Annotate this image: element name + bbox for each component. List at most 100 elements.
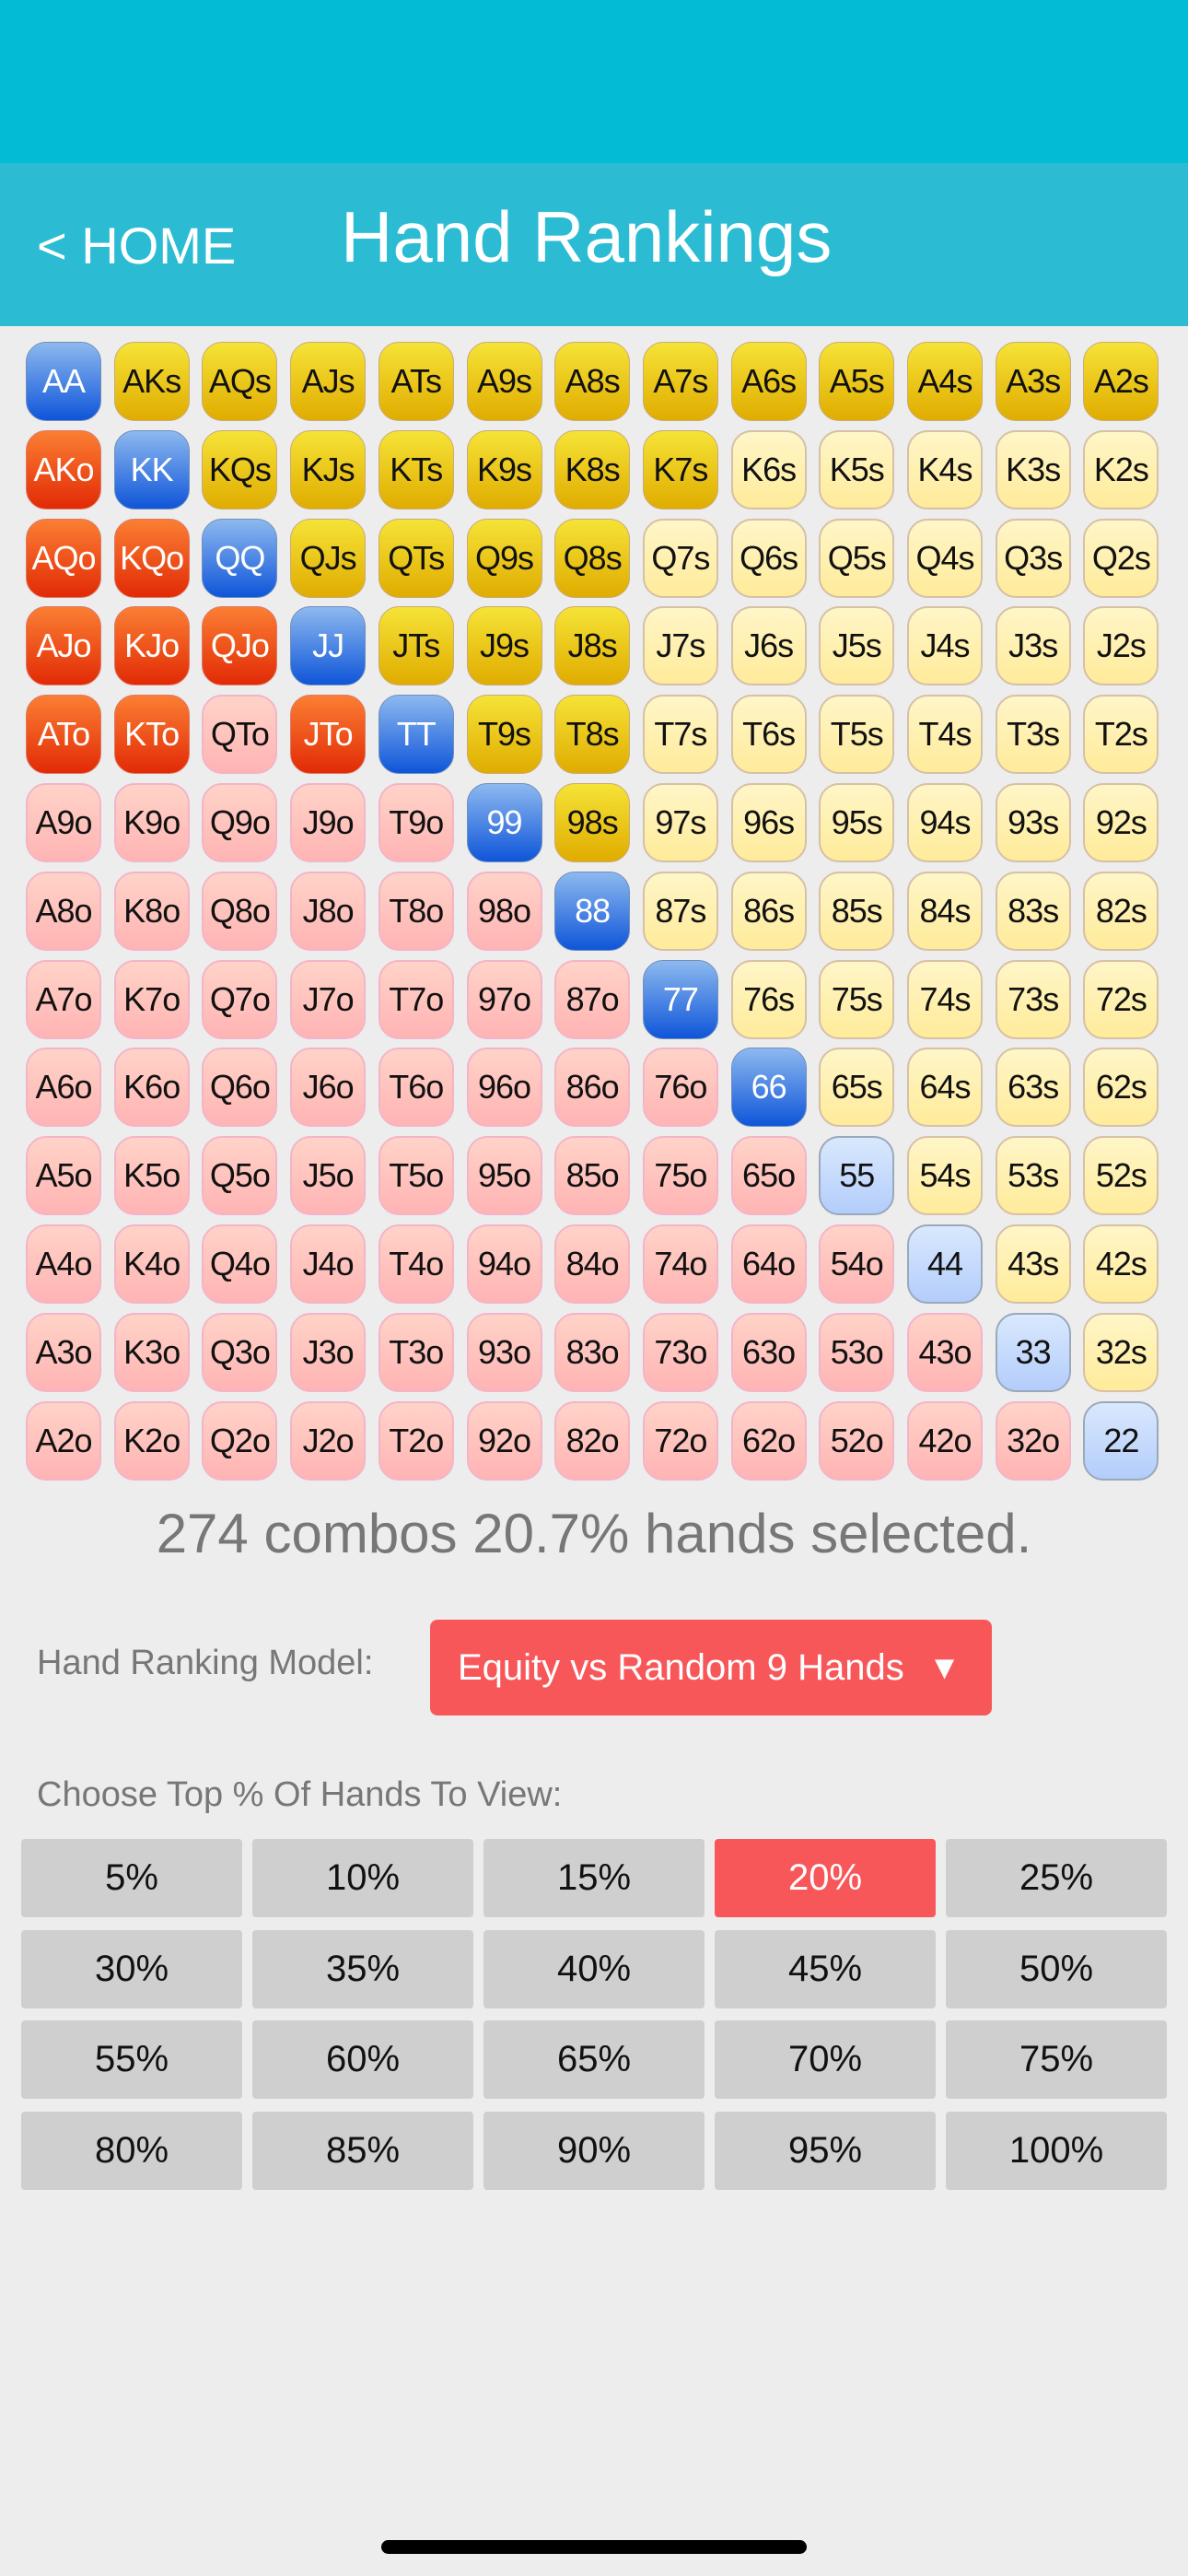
hand-cell-55[interactable]: 55 <box>819 1136 895 1216</box>
hand-cell-86s[interactable]: 86s <box>730 871 807 951</box>
hand-cell-86o[interactable]: 86o <box>554 1048 631 1128</box>
hand-cell-T2s[interactable]: T2s <box>1083 695 1159 775</box>
hand-cell-K8s[interactable]: K8s <box>554 429 631 509</box>
percent-button-25[interactable]: 25% <box>946 1839 1167 1917</box>
hand-cell-J7o[interactable]: J7o <box>290 959 367 1039</box>
hand-cell-32o[interactable]: 32o <box>995 1400 1071 1481</box>
hand-cell-Q5o[interactable]: Q5o <box>202 1136 278 1216</box>
hand-cell-A2o[interactable]: A2o <box>26 1400 101 1481</box>
hand-cell-75s[interactable]: 75s <box>819 959 895 1039</box>
hand-cell-A6s[interactable]: A6s <box>730 342 807 421</box>
percent-button-20[interactable]: 20% <box>715 1839 936 1917</box>
hand-cell-82o[interactable]: 82o <box>554 1400 631 1481</box>
hand-cell-72s[interactable]: 72s <box>1083 959 1159 1039</box>
hand-cell-A5s[interactable]: A5s <box>819 342 895 421</box>
hand-cell-T9o[interactable]: T9o <box>378 783 454 862</box>
hand-cell-JJ[interactable]: JJ <box>290 606 367 686</box>
hand-cell-T2o[interactable]: T2o <box>378 1400 454 1481</box>
percent-button-40[interactable]: 40% <box>483 1929 705 2008</box>
hand-cell-62o[interactable]: 62o <box>730 1400 807 1481</box>
hand-cell-44[interactable]: 44 <box>907 1224 983 1304</box>
hand-cell-AQs[interactable]: AQs <box>202 342 278 421</box>
hand-cell-97o[interactable]: 97o <box>466 959 542 1039</box>
hand-cell-A3o[interactable]: A3o <box>26 1312 101 1392</box>
percent-button-5[interactable]: 5% <box>21 1839 242 1917</box>
hand-cell-Q8o[interactable]: Q8o <box>202 871 278 951</box>
hand-cell-T8s[interactable]: T8s <box>554 695 631 775</box>
hand-cell-K7o[interactable]: K7o <box>113 959 190 1039</box>
percent-button-75[interactable]: 75% <box>946 2020 1167 2099</box>
hand-cell-ATs[interactable]: ATs <box>378 342 454 421</box>
hand-cell-K4s[interactable]: K4s <box>907 429 983 509</box>
hand-cell-Q7s[interactable]: Q7s <box>642 518 718 598</box>
hand-cell-72o[interactable]: 72o <box>642 1400 718 1481</box>
hand-cell-A8o[interactable]: A8o <box>26 871 101 951</box>
hand-cell-92o[interactable]: 92o <box>466 1400 542 1481</box>
hand-cell-J2s[interactable]: J2s <box>1083 606 1159 686</box>
hand-cell-52o[interactable]: 52o <box>819 1400 895 1481</box>
hand-cell-82s[interactable]: 82s <box>1083 871 1159 951</box>
hand-cell-J6s[interactable]: J6s <box>730 606 807 686</box>
hand-cell-A4o[interactable]: A4o <box>26 1224 101 1304</box>
hand-cell-J8s[interactable]: J8s <box>554 606 631 686</box>
hand-cell-87o[interactable]: 87o <box>554 959 631 1039</box>
hand-cell-A7o[interactable]: A7o <box>26 959 101 1039</box>
hand-cell-73s[interactable]: 73s <box>995 959 1071 1039</box>
hand-cell-J4s[interactable]: J4s <box>907 606 983 686</box>
hand-cell-J2o[interactable]: J2o <box>290 1400 367 1481</box>
hand-cell-J6o[interactable]: J6o <box>290 1048 367 1128</box>
hand-cell-A2s[interactable]: A2s <box>1083 342 1159 421</box>
hand-cell-75o[interactable]: 75o <box>642 1136 718 1216</box>
hand-cell-KJo[interactable]: KJo <box>113 606 190 686</box>
hand-cell-T3s[interactable]: T3s <box>995 695 1071 775</box>
hand-cell-85o[interactable]: 85o <box>554 1136 631 1216</box>
hand-cell-J3o[interactable]: J3o <box>290 1312 367 1392</box>
hand-cell-K6s[interactable]: K6s <box>730 429 807 509</box>
hand-cell-Q5s[interactable]: Q5s <box>819 518 895 598</box>
hand-cell-98s[interactable]: 98s <box>554 783 631 862</box>
percent-button-90[interactable]: 90% <box>483 2111 705 2190</box>
hand-cell-74s[interactable]: 74s <box>907 959 983 1039</box>
hand-cell-54o[interactable]: 54o <box>819 1224 895 1304</box>
hand-cell-A5o[interactable]: A5o <box>26 1136 101 1216</box>
hand-cell-Q2s[interactable]: Q2s <box>1083 518 1159 598</box>
hand-cell-J7s[interactable]: J7s <box>642 606 718 686</box>
hand-cell-62s[interactable]: 62s <box>1083 1048 1159 1128</box>
percent-button-100[interactable]: 100% <box>946 2111 1167 2190</box>
percent-button-35[interactable]: 35% <box>252 1929 473 2008</box>
hand-cell-K2s[interactable]: K2s <box>1083 429 1159 509</box>
hand-cell-Q9o[interactable]: Q9o <box>202 783 278 862</box>
hand-cell-73o[interactable]: 73o <box>642 1312 718 1392</box>
hand-cell-KTs[interactable]: KTs <box>378 429 454 509</box>
percent-button-10[interactable]: 10% <box>252 1839 473 1917</box>
hand-cell-AKs[interactable]: AKs <box>113 342 190 421</box>
hand-cell-83s[interactable]: 83s <box>995 871 1071 951</box>
hand-cell-43o[interactable]: 43o <box>907 1312 983 1392</box>
hand-cell-T5o[interactable]: T5o <box>378 1136 454 1216</box>
hand-cell-Q2o[interactable]: Q2o <box>202 1400 278 1481</box>
hand-cell-T7s[interactable]: T7s <box>642 695 718 775</box>
hand-cell-94s[interactable]: 94s <box>907 783 983 862</box>
hand-cell-53s[interactable]: 53s <box>995 1136 1071 1216</box>
hand-cell-J3s[interactable]: J3s <box>995 606 1071 686</box>
hand-cell-99[interactable]: 99 <box>466 783 542 862</box>
home-indicator[interactable] <box>381 2540 807 2554</box>
hand-cell-Q6s[interactable]: Q6s <box>730 518 807 598</box>
hand-cell-93o[interactable]: 93o <box>466 1312 542 1392</box>
hand-cell-42s[interactable]: 42s <box>1083 1224 1159 1304</box>
hand-cell-A4s[interactable]: A4s <box>907 342 983 421</box>
hand-cell-66[interactable]: 66 <box>730 1048 807 1128</box>
hand-cell-J5s[interactable]: J5s <box>819 606 895 686</box>
hand-cell-J8o[interactable]: J8o <box>290 871 367 951</box>
hand-cell-T8o[interactable]: T8o <box>378 871 454 951</box>
hand-cell-Q4o[interactable]: Q4o <box>202 1224 278 1304</box>
hand-cell-QTo[interactable]: QTo <box>202 695 278 775</box>
percent-button-30[interactable]: 30% <box>21 1929 242 2008</box>
hand-cell-JTo[interactable]: JTo <box>290 695 367 775</box>
hand-cell-K7s[interactable]: K7s <box>642 429 718 509</box>
hand-cell-42o[interactable]: 42o <box>907 1400 983 1481</box>
hand-cell-32s[interactable]: 32s <box>1083 1312 1159 1392</box>
hand-cell-AA[interactable]: AA <box>26 342 101 421</box>
hand-cell-94o[interactable]: 94o <box>466 1224 542 1304</box>
hand-cell-AJo[interactable]: AJo <box>26 606 101 686</box>
